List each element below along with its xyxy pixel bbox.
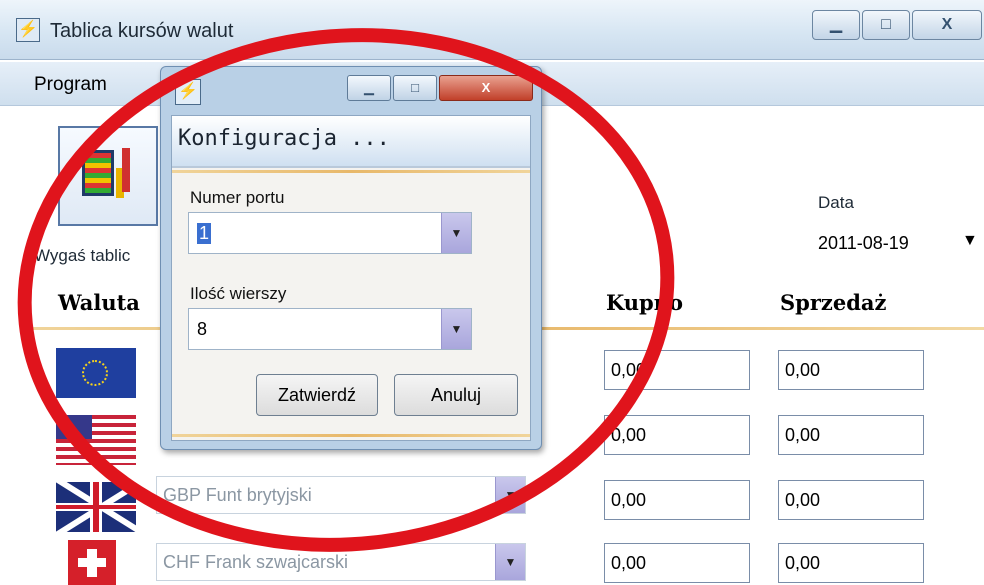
gb-flag-icon [56, 482, 136, 532]
chevron-down-icon[interactable]: ▼ [495, 544, 525, 580]
divider [172, 170, 530, 173]
port-select[interactable]: 1 ▼ [188, 212, 472, 254]
sell-rate-value: 0,00 [785, 490, 821, 510]
sell-rate-value: 0,00 [785, 425, 821, 445]
date-label: Data [818, 193, 854, 212]
sell-rate-value: 0,00 [785, 553, 821, 573]
confirm-button[interactable]: Zatwierdź [256, 374, 378, 416]
table-sheet-icon [82, 150, 114, 196]
buy-rate-field-1[interactable]: 0,00 [604, 350, 750, 390]
column-header-sell: Sprzedaż [780, 290, 887, 315]
buy-rate-value: 0,00 [611, 553, 647, 573]
column-header-buy: Kupno [606, 290, 684, 315]
chevron-down-icon[interactable]: ▼ [441, 309, 471, 349]
port-label: Numer portu [190, 188, 285, 207]
rows-select-value: 8 [197, 319, 208, 339]
main-titlebar[interactable]: ⚡ Tablica kursów walut ▁ □ X [0, 0, 984, 60]
maximize-button[interactable]: □ [862, 10, 910, 40]
expire-table-label: Wygaś tablic [34, 246, 131, 265]
dialog-title: Konfiguracja ... [178, 126, 390, 151]
app-icon: ⚡ [16, 18, 40, 42]
app-icon: ⚡ [175, 79, 201, 105]
rows-label: Ilość wierszy [190, 284, 287, 303]
buy-rate-field-3[interactable]: 0,00 [604, 480, 750, 520]
chevron-down-icon[interactable]: ▼ [441, 213, 471, 253]
dialog-heading: Konfiguracja ... [172, 116, 530, 168]
column-header-currency: Waluta [58, 290, 140, 315]
chevron-down-icon[interactable]: ▼ [962, 232, 978, 250]
chevron-down-icon[interactable]: ▼ [495, 477, 525, 513]
close-button[interactable]: X [912, 10, 982, 40]
sell-rate-value: 0,00 [785, 360, 821, 380]
sell-rate-field-3[interactable]: 0,00 [778, 480, 924, 520]
buy-rate-value: 0,00 [611, 425, 647, 445]
divider [172, 434, 530, 437]
date-value: 2011-08-19 [818, 233, 909, 253]
buy-rate-field-2[interactable]: 0,00 [604, 415, 750, 455]
expire-table-button[interactable] [58, 126, 158, 226]
eu-flag-icon [56, 348, 136, 398]
cancel-button[interactable]: Anuluj [394, 374, 518, 416]
ch-flag-icon [68, 540, 116, 585]
port-select-value: 1 [197, 223, 212, 244]
main-window-title: Tablica kursów walut [50, 20, 234, 42]
dialog-minimize-button[interactable]: ▁ [347, 75, 391, 101]
arrow-up-icon [122, 148, 130, 192]
rows-select[interactable]: 8 ▼ [188, 308, 472, 350]
buy-rate-value: 0,00 [611, 490, 647, 510]
currency-select-value: GBP Funt brytyjski [163, 485, 312, 505]
us-flag-icon [56, 415, 136, 465]
currency-select-row-3[interactable]: GBP Funt brytyjski ▼ [156, 476, 526, 514]
currency-select-row-4[interactable]: CHF Frank szwajcarski ▼ [156, 543, 526, 581]
buy-rate-value: 0,00 [611, 360, 647, 380]
sell-rate-field-2[interactable]: 0,00 [778, 415, 924, 455]
buy-rate-field-4[interactable]: 0,00 [604, 543, 750, 583]
sell-rate-field-1[interactable]: 0,00 [778, 350, 924, 390]
dialog-close-button[interactable]: X [439, 75, 533, 101]
date-picker[interactable]: 2011-08-19 ▼ [812, 226, 984, 260]
currency-select-value: CHF Frank szwajcarski [163, 552, 349, 572]
sell-rate-field-4[interactable]: 0,00 [778, 543, 924, 583]
dialog-maximize-button[interactable]: □ [393, 75, 437, 101]
menu-program[interactable]: Program [34, 74, 107, 96]
minimize-button[interactable]: ▁ [812, 10, 860, 40]
